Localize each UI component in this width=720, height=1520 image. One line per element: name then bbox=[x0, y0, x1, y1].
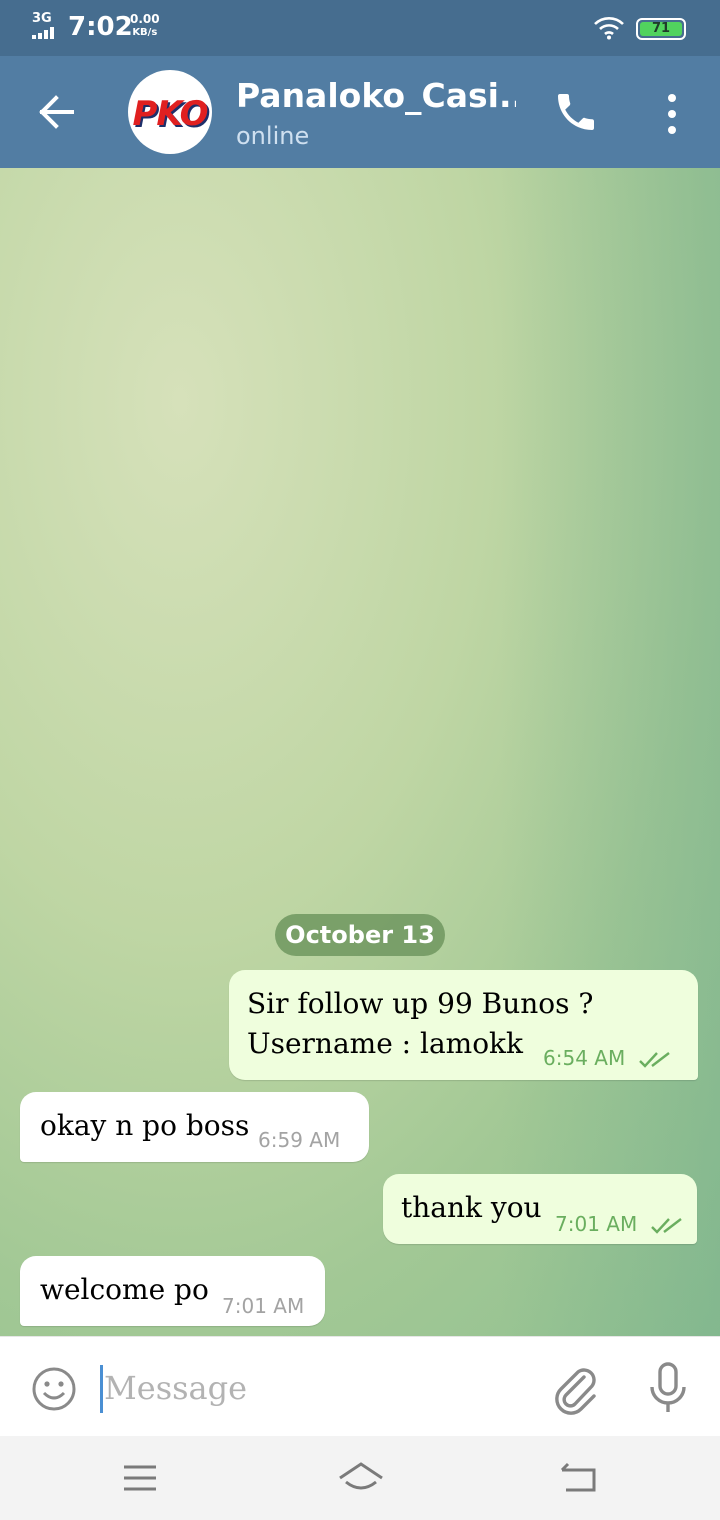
message-bubble-incoming[interactable]: okay n po boss 6:59 AM bbox=[20, 1092, 369, 1162]
emoji-icon[interactable] bbox=[30, 1365, 78, 1413]
chat-header: PKO Panaloko_Casi... online bbox=[0, 56, 720, 168]
date-separator: October 13 bbox=[275, 914, 445, 956]
signal-icon bbox=[32, 27, 62, 39]
battery-icon: 71 bbox=[636, 18, 686, 40]
message-text: welcome po bbox=[40, 1273, 209, 1306]
message-input[interactable] bbox=[104, 1361, 524, 1415]
menu-icon[interactable] bbox=[120, 1462, 160, 1494]
network-speed: 0.00 KB/s bbox=[130, 12, 160, 40]
more-vertical-icon[interactable] bbox=[656, 92, 688, 136]
network-type: 3G bbox=[32, 11, 52, 26]
online-status: online bbox=[236, 122, 310, 150]
message-time: 6:59 AM bbox=[258, 1128, 341, 1152]
double-check-icon bbox=[638, 1051, 670, 1068]
chat-area[interactable]: October 13 Sir follow up 99 Bunos ? User… bbox=[0, 168, 720, 1336]
message-meta: 6:54 AM bbox=[543, 1046, 672, 1070]
message-meta: 7:01 AM bbox=[555, 1212, 684, 1236]
battery-level: 71 bbox=[640, 22, 682, 36]
system-nav-bar bbox=[0, 1436, 720, 1520]
home-icon[interactable] bbox=[336, 1460, 386, 1496]
message-text: Sir follow up 99 Bunos ? Username : lamo… bbox=[247, 987, 594, 1060]
message-time: 6:54 AM bbox=[543, 1046, 626, 1070]
message-bubble-outgoing[interactable]: thank you 7:01 AM bbox=[383, 1174, 697, 1244]
message-text: okay n po boss bbox=[40, 1109, 250, 1142]
wifi-icon bbox=[594, 17, 624, 40]
double-check-icon bbox=[650, 1217, 682, 1234]
avatar[interactable]: PKO bbox=[128, 70, 212, 154]
text-cursor bbox=[100, 1365, 103, 1413]
message-composer bbox=[0, 1336, 720, 1436]
message-bubble-incoming[interactable]: welcome po 7:01 AM bbox=[20, 1256, 325, 1326]
status-bar: 3G 7:02 0.00 KB/s 71 bbox=[0, 0, 720, 56]
message-bubble-outgoing[interactable]: Sir follow up 99 Bunos ? Username : lamo… bbox=[229, 970, 698, 1080]
chat-title[interactable]: Panaloko_Casi... bbox=[236, 76, 516, 115]
avatar-logo: PKO bbox=[132, 94, 209, 134]
network-speed-unit: KB/s bbox=[132, 27, 158, 38]
mic-icon[interactable] bbox=[646, 1361, 690, 1415]
network-speed-value: 0.00 bbox=[130, 12, 160, 26]
phone-icon[interactable] bbox=[552, 88, 600, 136]
message-time: 7:01 AM bbox=[555, 1212, 638, 1236]
attach-icon[interactable] bbox=[552, 1363, 600, 1415]
clock: 7:02 bbox=[68, 12, 133, 42]
message-time: 7:01 AM bbox=[222, 1294, 305, 1318]
back-arrow-icon[interactable] bbox=[30, 86, 82, 138]
message-text: thank you bbox=[401, 1191, 542, 1224]
back-icon[interactable] bbox=[558, 1460, 600, 1496]
